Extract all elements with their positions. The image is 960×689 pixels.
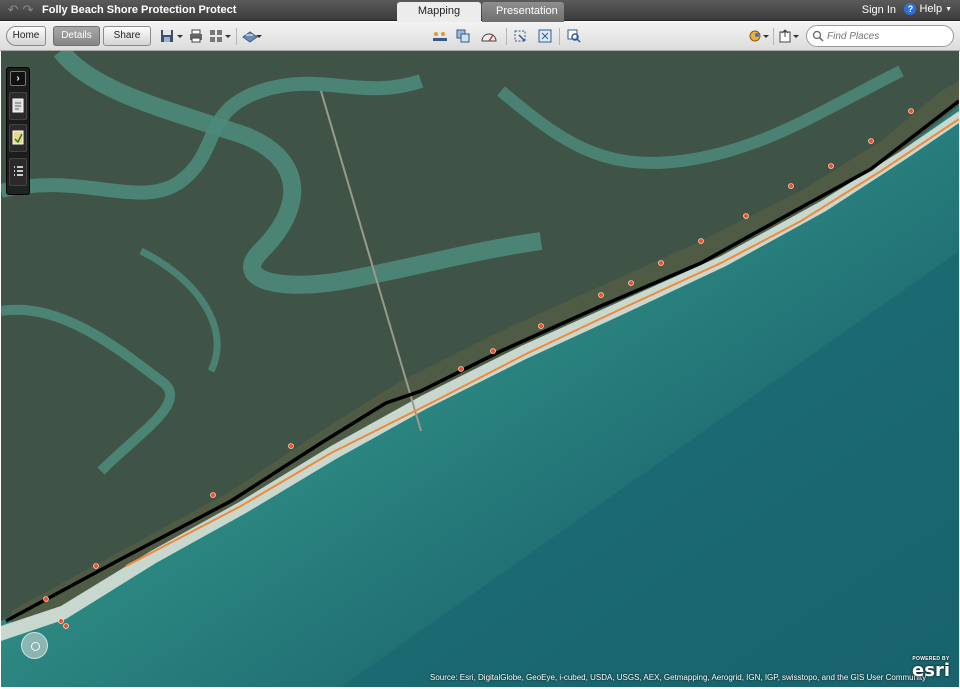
pan-control[interactable] — [21, 632, 48, 659]
toolbar-separator — [506, 28, 507, 45]
zoom-select-icon[interactable] — [538, 29, 552, 43]
esri-logo-word: esri — [912, 660, 950, 681]
toolbar: Home Details Share — [0, 22, 960, 51]
help-label: Help — [919, 3, 943, 15]
document-icon — [12, 98, 24, 113]
toolbar-separator — [236, 28, 237, 45]
export-icon[interactable] — [778, 29, 792, 43]
search-icon — [812, 30, 824, 42]
sign-in-link[interactable]: Sign In — [862, 4, 896, 16]
satellite-basemap — [1, 51, 959, 687]
toolbar-separator — [559, 28, 560, 45]
details-button[interactable]: Details — [53, 26, 100, 46]
legend-icon — [12, 130, 24, 145]
app-title: Folly Beach Shore Protection Protect — [42, 4, 237, 16]
select-icon[interactable] — [513, 29, 527, 43]
locate-dropdown-icon[interactable] — [762, 29, 770, 43]
view-tabs: Mapping Presentation — [397, 2, 564, 22]
list-icon — [14, 166, 23, 176]
tab-mapping[interactable]: Mapping — [397, 2, 481, 22]
esri-logo[interactable]: POWERED BY esri — [908, 656, 954, 684]
share-dropdown-icon[interactable] — [255, 29, 263, 43]
toolbar-separator — [773, 28, 774, 45]
gauge-icon[interactable] — [480, 29, 498, 43]
search-box[interactable] — [806, 25, 954, 47]
map-attribution: Source: Esri, DigitalGlobe, GeoEye, i-cu… — [430, 673, 927, 682]
save-icon[interactable] — [160, 29, 174, 43]
share-button[interactable]: Share — [103, 26, 151, 46]
title-bar: ↶ ↷ Folly Beach Shore Protection Protect… — [0, 0, 960, 22]
legend-panel-button[interactable] — [9, 124, 27, 152]
locate-icon[interactable] — [748, 29, 762, 43]
basemap-icon[interactable] — [209, 29, 223, 43]
map-view[interactable]: Source: Esri, DigitalGlobe, GeoEye, i-cu… — [1, 51, 959, 687]
home-button[interactable]: Home — [6, 26, 46, 46]
basemap-dropdown-icon[interactable] — [224, 29, 232, 43]
save-dropdown-icon[interactable] — [176, 29, 184, 43]
details-panel-button[interactable] — [9, 92, 27, 120]
side-panel: › — [6, 67, 30, 195]
help-icon: ? — [904, 3, 917, 15]
search-input[interactable] — [827, 29, 947, 43]
tab-presentation[interactable]: Presentation — [482, 2, 564, 22]
redo-icon[interactable]: ↷ — [21, 3, 35, 17]
measure-icon[interactable] — [432, 29, 448, 43]
contents-panel-button[interactable] — [9, 158, 27, 186]
layers-icon[interactable] — [456, 29, 470, 43]
find-icon[interactable] — [567, 29, 581, 43]
print-icon[interactable] — [189, 29, 203, 43]
undo-icon[interactable]: ↶ — [6, 3, 20, 17]
chevron-down-icon: ▼ — [945, 5, 952, 13]
export-dropdown-icon[interactable] — [792, 29, 800, 43]
help-menu[interactable]: ? Help ▼ — [904, 3, 952, 15]
expand-panel-button[interactable]: › — [10, 71, 26, 86]
